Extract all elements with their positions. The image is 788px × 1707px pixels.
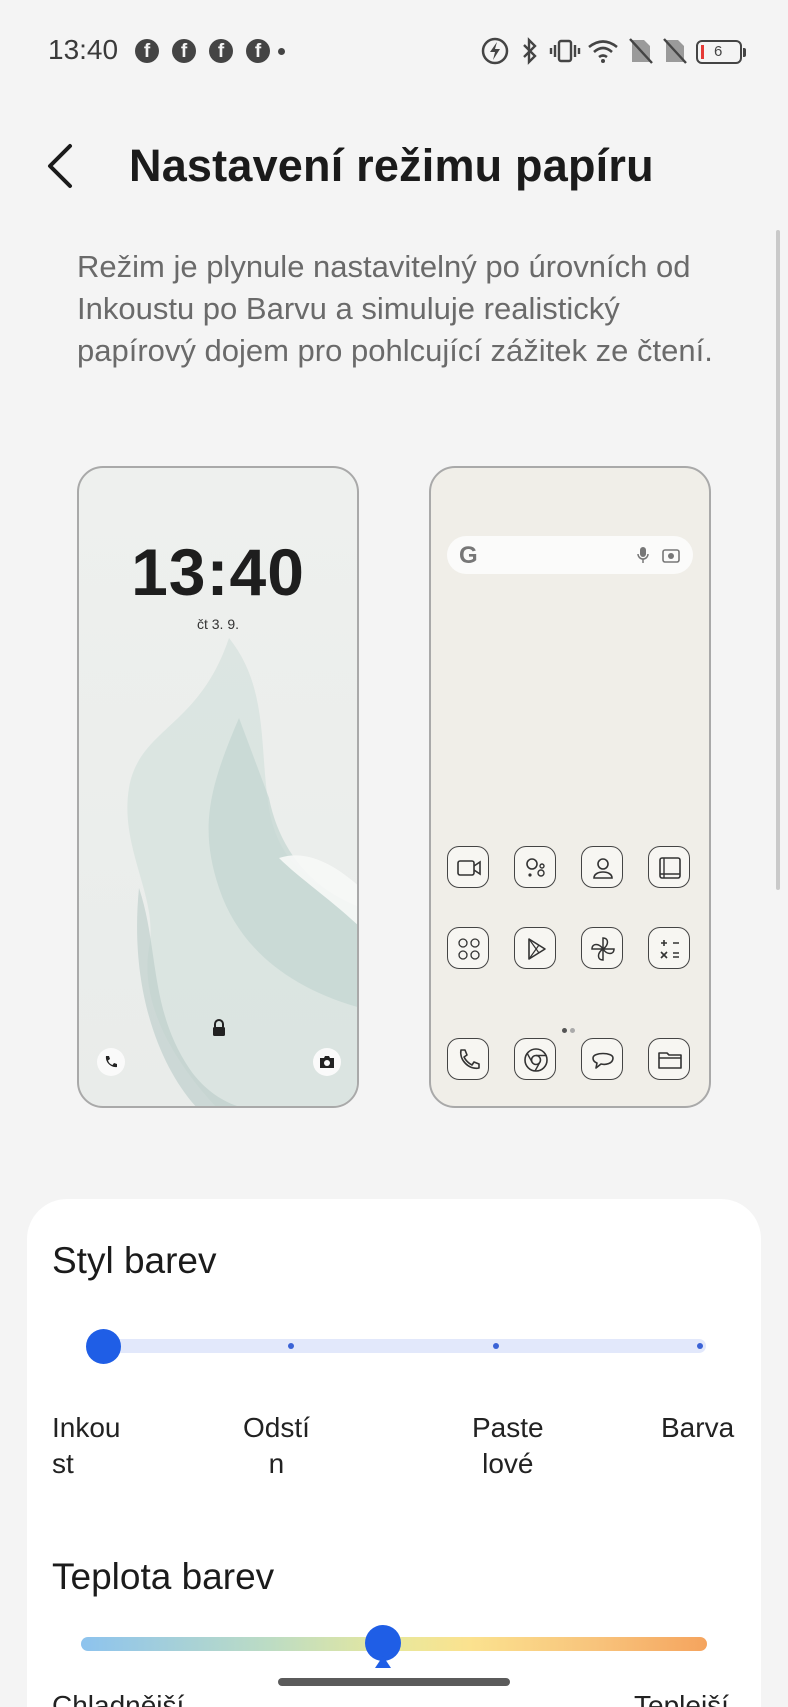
color-style-slider[interactable]	[103, 1339, 706, 1353]
page-indicator	[562, 1020, 578, 1038]
scrollbar[interactable]	[776, 230, 780, 890]
phone-shortcut	[97, 1048, 125, 1076]
bluetooth-icon	[523, 37, 537, 65]
status-time: 13:40	[48, 34, 119, 65]
slider-stop	[493, 1343, 499, 1349]
color-temperature-title: Teplota barev	[52, 1556, 275, 1597]
battery-icon: 6	[696, 40, 746, 64]
no-sim-icon	[629, 38, 653, 64]
pinwheel-icon	[581, 927, 623, 969]
style-option-shade[interactable]: Odstí n	[243, 1410, 310, 1482]
messages-icon	[581, 1038, 623, 1080]
folder-icon	[447, 927, 489, 969]
lens-icon	[662, 549, 680, 563]
video-camera-icon	[447, 846, 489, 888]
style-option-ink-label: Inkou st	[52, 1412, 121, 1479]
padlock-icon	[213, 1019, 225, 1036]
vibrate-icon	[549, 39, 581, 63]
google-logo: G	[459, 542, 478, 569]
phone-icon	[447, 1038, 489, 1080]
facebook-icon: f	[246, 39, 270, 63]
facebook-icon: f	[135, 39, 159, 63]
calculator-icon	[648, 927, 690, 969]
color-style-thumb[interactable]	[86, 1329, 121, 1364]
files-icon	[648, 1038, 690, 1080]
play-store-icon	[514, 927, 556, 969]
camera-icon	[320, 1056, 334, 1068]
home-indicator[interactable]	[278, 1678, 510, 1686]
style-option-shade-label: Odstí n	[243, 1412, 310, 1479]
camera-shortcut	[313, 1048, 341, 1076]
no-sim-icon	[663, 38, 687, 64]
mode-description: Režim je plynule nastavitelný po úrovníc…	[77, 249, 713, 368]
page-title: Nastavení režimu papíru	[129, 140, 654, 191]
color-style-title: Styl barev	[52, 1240, 217, 1281]
facebook-icon: f	[172, 39, 196, 63]
style-option-pastel-label: Paste lové	[472, 1412, 544, 1479]
slider-stop	[288, 1343, 294, 1349]
facebook-icon: f	[209, 39, 233, 63]
contacts-icon	[581, 846, 623, 888]
slider-stop	[697, 1343, 703, 1349]
style-option-ink[interactable]: Inkou st	[52, 1410, 121, 1482]
lock-screen-preview: 13:40 čt 3. 9.	[77, 466, 359, 1108]
home-screen-preview: G	[429, 466, 711, 1108]
more-notifications-icon	[278, 48, 285, 55]
phone-icon	[105, 1056, 117, 1068]
status-bar: 13:40 f f f f 6	[0, 0, 788, 100]
style-option-color[interactable]: Barva	[661, 1410, 734, 1446]
battery-saver-icon	[481, 37, 509, 65]
battery-level: 6	[714, 43, 723, 60]
wifi-icon	[588, 40, 618, 63]
assistant-icon	[514, 846, 556, 888]
lock-date: čt 3. 9.	[196, 616, 240, 632]
chrome-icon	[514, 1038, 556, 1080]
cooler-label: Chladnější	[52, 1690, 185, 1707]
lock-clock: 13:40	[131, 535, 305, 609]
style-option-color-label: Barva	[661, 1412, 735, 1443]
mic-icon	[637, 547, 649, 563]
warmer-label: Teplejší	[634, 1690, 729, 1707]
temperature-pointer	[375, 1656, 391, 1668]
style-option-pastel[interactable]: Paste lové	[472, 1410, 544, 1482]
google-search-bar: G	[447, 536, 693, 574]
back-arrow-icon[interactable]	[40, 140, 84, 192]
gallery-icon	[648, 846, 690, 888]
